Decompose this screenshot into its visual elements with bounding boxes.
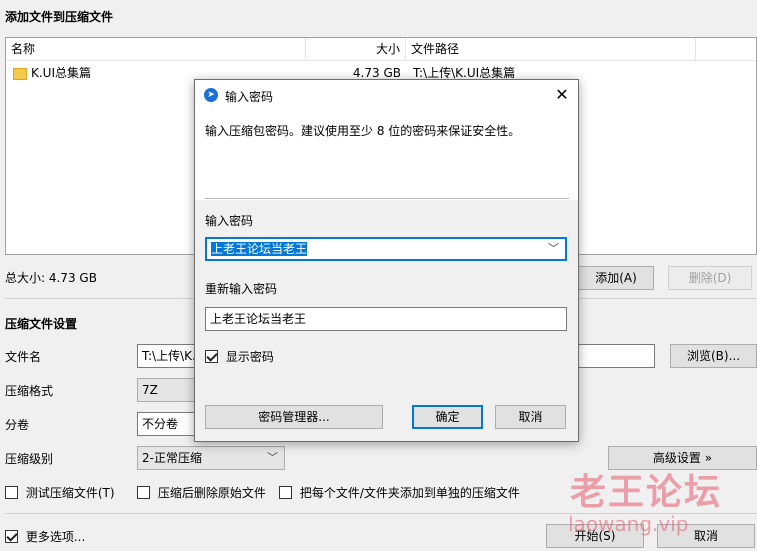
- separate-archives-checkbox[interactable]: [279, 486, 292, 499]
- chevron-down-icon[interactable]: ﹀: [548, 239, 559, 259]
- header-divider: [6, 60, 756, 61]
- watermark-text: 老王论坛: [570, 472, 723, 513]
- dialog-cancel-button[interactable]: 取消: [495, 405, 566, 429]
- test-archive-checkbox[interactable]: [5, 486, 18, 499]
- password-input[interactable]: 上老王论坛当老王 ﹀: [205, 237, 567, 261]
- level-label: 压缩级别: [5, 452, 54, 466]
- row-name: K.UI总集篇: [31, 66, 92, 80]
- delete-after-checkbox[interactable]: [137, 486, 150, 499]
- files-section-title: 添加文件到压缩文件: [5, 10, 114, 24]
- show-password-option[interactable]: 显示密码: [205, 348, 274, 365]
- dialog-title: 输入密码: [225, 90, 274, 104]
- password-value: 上老王论坛当老王: [211, 242, 308, 256]
- format-value: 7Z: [142, 383, 158, 397]
- separate-archives-label: 把每个文件/文件夹添加到单独的压缩文件: [299, 486, 520, 500]
- separate-archives-option[interactable]: 把每个文件/文件夹添加到单独的压缩文件: [279, 484, 520, 501]
- dialog-info-panel: 输入压缩包密码。建议使用至少 8 位的密码来保证安全性。: [195, 110, 578, 200]
- delete-after-label: 压缩后删除原始文件: [157, 486, 266, 500]
- delete-button[interactable]: 删除(D): [668, 266, 752, 290]
- column-header-size[interactable]: 大小: [306, 38, 406, 60]
- password-label: 输入密码: [205, 214, 254, 228]
- level-select[interactable]: 2-正常压缩 ﹀: [137, 446, 285, 470]
- reenter-label: 重新输入密码: [205, 282, 278, 296]
- add-button[interactable]: 添加(A): [578, 266, 654, 290]
- split-label: 分卷: [5, 418, 30, 432]
- password-manager-button[interactable]: 密码管理器...: [205, 405, 383, 429]
- folder-icon: [13, 67, 27, 80]
- dialog-titlebar[interactable]: ➤ 输入密码 ✕: [195, 80, 578, 110]
- settings-section-title: 压缩文件设置: [5, 317, 78, 331]
- column-header-name[interactable]: 名称: [6, 38, 306, 60]
- reenter-input[interactable]: 上老王论坛当老王: [205, 307, 567, 331]
- test-archive-option[interactable]: 测试压缩文件(T): [5, 484, 115, 501]
- more-options-label: 更多选项...: [25, 530, 86, 544]
- chevron-down-icon: ﹀: [267, 451, 278, 464]
- show-password-checkbox[interactable]: [205, 350, 218, 363]
- browse-button[interactable]: 浏览(B)...: [670, 344, 757, 368]
- filename-label: 文件名: [5, 350, 42, 364]
- split-value: 不分卷: [142, 417, 179, 431]
- test-archive-label: 测试压缩文件(T): [25, 486, 115, 500]
- delete-after-option[interactable]: 压缩后删除原始文件: [137, 484, 266, 501]
- close-icon[interactable]: ✕: [551, 84, 573, 106]
- total-size: 总大小: 4.73 GB: [5, 271, 97, 285]
- column-header-path[interactable]: 文件路径: [406, 38, 696, 60]
- more-options-option[interactable]: 更多选项...: [5, 528, 85, 545]
- password-dialog: ➤ 输入密码 ✕ 输入压缩包密码。建议使用至少 8 位的密码来保证安全性。 输入…: [194, 79, 579, 442]
- show-password-label: 显示密码: [225, 350, 274, 364]
- level-value: 2-正常压缩: [142, 451, 202, 465]
- dialog-info-text: 输入压缩包密码。建议使用至少 8 位的密码来保证安全性。: [205, 124, 521, 138]
- dialog-divider: [205, 198, 569, 199]
- watermark-url: laowang.vip: [568, 512, 689, 536]
- ok-button[interactable]: 确定: [412, 405, 483, 429]
- format-label: 压缩格式: [5, 384, 54, 398]
- more-options-checkbox[interactable]: [5, 530, 18, 543]
- app-icon: ➤: [204, 88, 218, 102]
